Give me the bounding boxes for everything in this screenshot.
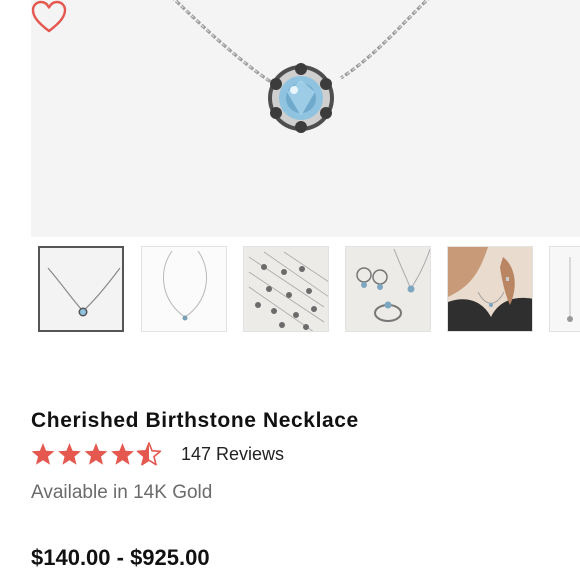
product-main-image[interactable] bbox=[31, 0, 580, 237]
thumbnail-necklace-full[interactable] bbox=[141, 246, 227, 332]
star-icon bbox=[111, 443, 134, 465]
heart-outline-icon[interactable] bbox=[31, 0, 67, 34]
availability-note: Available in 14K Gold bbox=[31, 482, 213, 503]
star-icon bbox=[136, 442, 162, 466]
thumbnail-birthstone-collection[interactable] bbox=[243, 246, 329, 332]
thumbnail-strip bbox=[38, 246, 580, 334]
price-range: $140.00 - $925.00 bbox=[31, 545, 210, 570]
star-rating bbox=[31, 442, 162, 466]
necklace-image bbox=[172, 0, 430, 133]
thumbnail-matching-set[interactable] bbox=[345, 246, 431, 332]
star-icon bbox=[84, 443, 108, 465]
reviews-link[interactable]: 147 Reviews bbox=[181, 444, 284, 465]
thumbnail-necklace-closeup[interactable] bbox=[38, 246, 124, 332]
thumbnail-more[interactable] bbox=[549, 246, 580, 332]
star-icon bbox=[31, 443, 55, 465]
rating-summary[interactable]: 147 Reviews bbox=[31, 441, 331, 469]
star-icon bbox=[58, 443, 81, 465]
thumbnail-model-wearing[interactable] bbox=[447, 246, 533, 332]
product-title: Cherished Birthstone Necklace bbox=[31, 409, 359, 432]
